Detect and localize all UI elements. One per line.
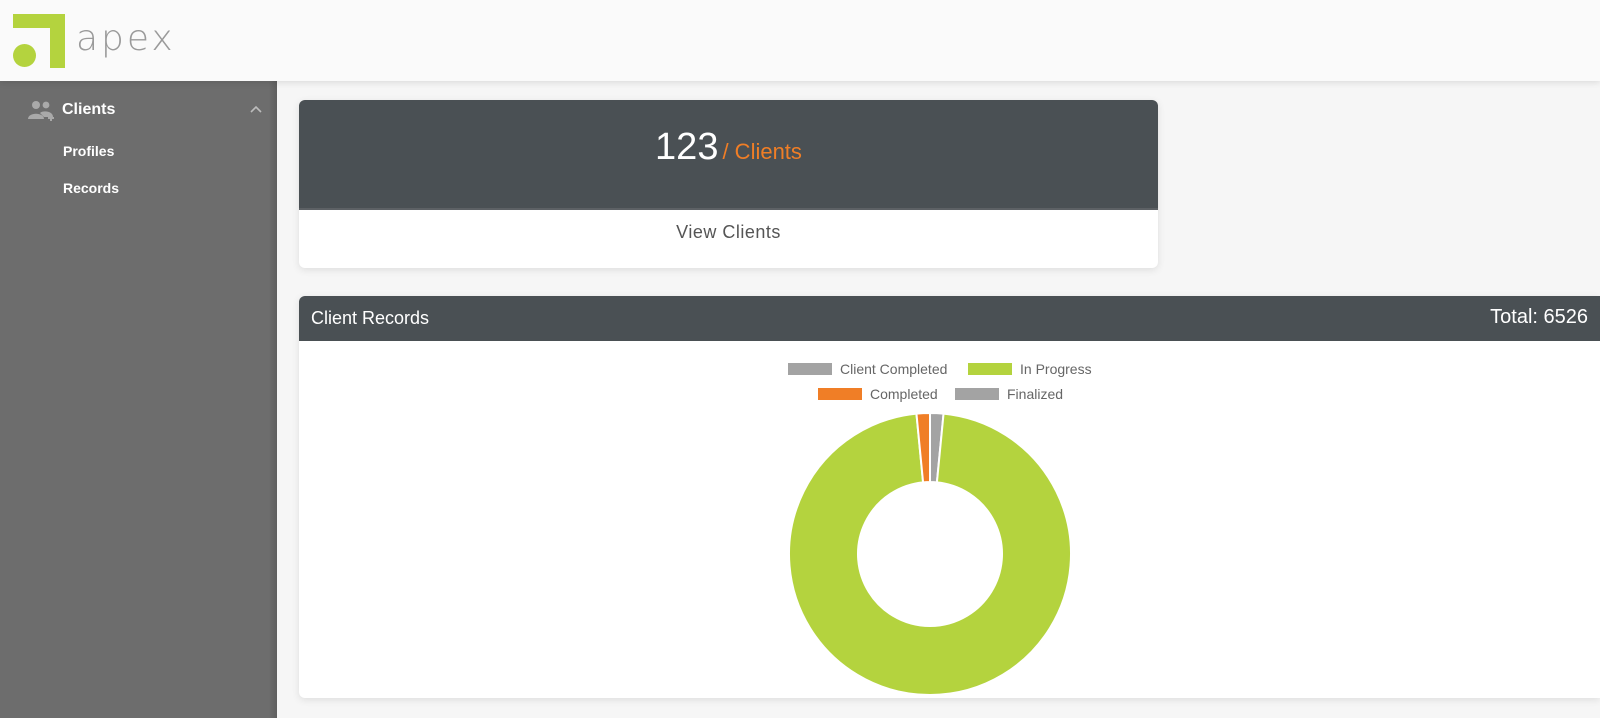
users-icon [28,101,54,121]
clients-count: 123 [655,126,719,168]
sidebar: Clients Profiles Records [0,81,277,718]
client-records-card: Client Records Total: 6526 Client Comple… [299,296,1600,698]
sidebar-item-records[interactable]: Records [63,180,119,196]
sidebar-item-profiles[interactable]: Profiles [63,143,114,159]
records-donut-chart [788,411,1072,696]
top-bar: apex [0,0,1600,81]
sidebar-section-clients[interactable]: Clients [0,95,277,131]
view-clients-link[interactable]: View Clients [299,222,1158,243]
chevron-up-icon[interactable] [248,101,264,117]
clients-summary-header: 123/ Clients [299,100,1158,210]
sidebar-section-label: Clients [62,101,116,118]
clients-unit: / Clients [722,139,802,164]
brand-name[interactable]: apex [76,18,176,59]
clients-summary-card: 123/ Clients View Clients [299,100,1158,268]
apex-logo-icon[interactable] [13,14,65,68]
